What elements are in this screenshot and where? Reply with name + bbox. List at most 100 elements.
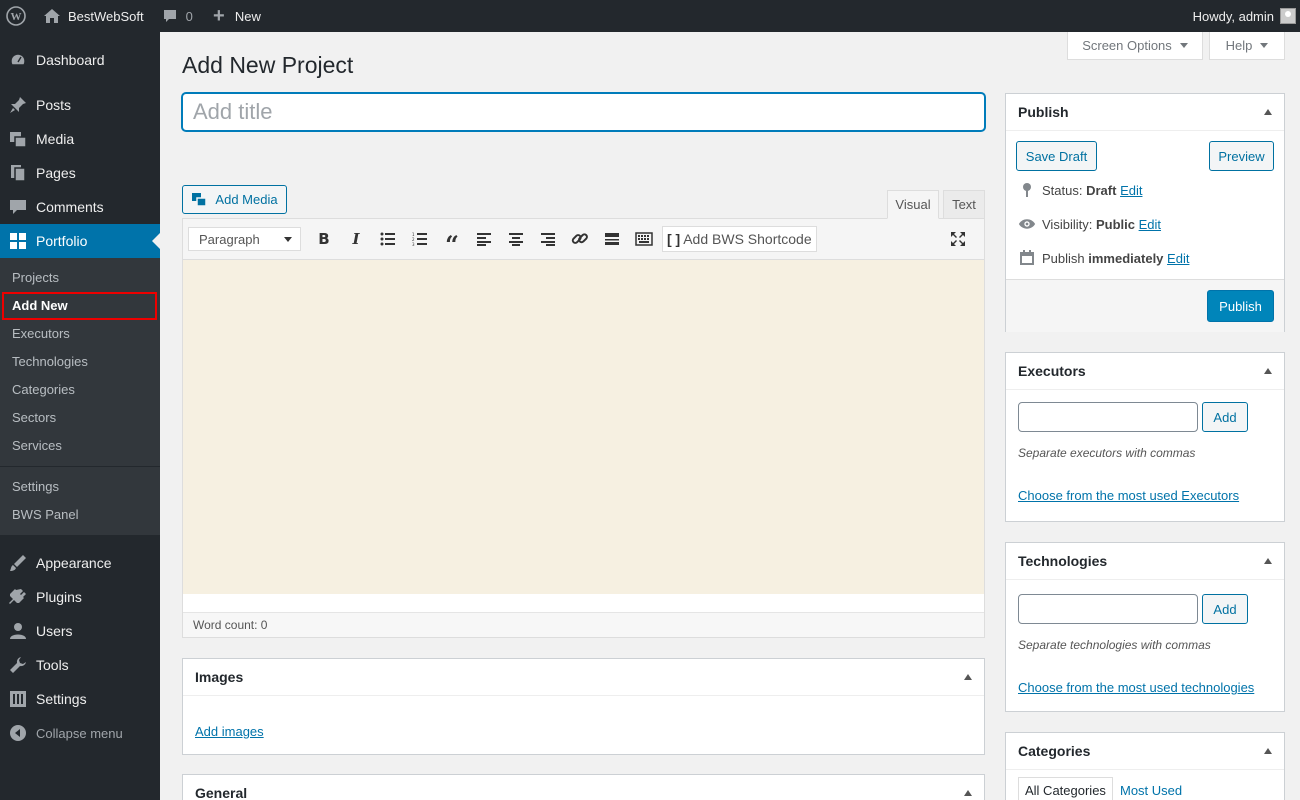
settings-icon bbox=[8, 689, 28, 709]
publish-box-header[interactable]: Publish bbox=[1006, 94, 1284, 131]
menu-settings[interactable]: Settings bbox=[0, 682, 160, 716]
post-title-input[interactable] bbox=[182, 93, 985, 131]
menu-pages[interactable]: Pages bbox=[0, 156, 160, 190]
menu-comments[interactable]: Comments bbox=[0, 190, 160, 224]
word-count: Word count: 0 bbox=[183, 612, 984, 637]
menu-portfolio[interactable]: Portfolio bbox=[0, 224, 160, 258]
collapse-toggle-icon[interactable] bbox=[1264, 109, 1272, 115]
menu-posts[interactable]: Posts bbox=[0, 88, 160, 122]
wordpress-logo-icon[interactable]: W bbox=[0, 0, 34, 32]
screen-options-button[interactable]: Screen Options bbox=[1067, 32, 1203, 60]
executors-box: Executors Add Separate executors with co… bbox=[1005, 352, 1285, 522]
add-bws-shortcode-button[interactable]: [ ] Add BWS Shortcode bbox=[662, 226, 817, 252]
tab-text-label: Text bbox=[952, 197, 976, 212]
tab-most-used[interactable]: Most Used bbox=[1114, 777, 1188, 800]
caret-down-icon bbox=[1260, 43, 1269, 48]
menu-label: Tools bbox=[36, 657, 69, 673]
toolbar-toggle-icon[interactable] bbox=[628, 225, 660, 253]
italic-icon[interactable]: I bbox=[340, 225, 372, 253]
link-icon[interactable] bbox=[564, 225, 596, 253]
blockquote-icon[interactable]: “ bbox=[436, 225, 468, 259]
submenu-categories[interactable]: Categories bbox=[0, 376, 160, 404]
bold-icon[interactable]: B bbox=[308, 225, 340, 253]
submenu-projects[interactable]: Projects bbox=[0, 264, 160, 292]
collapse-icon bbox=[8, 723, 28, 743]
numbered-list-icon[interactable]: 123 bbox=[404, 225, 436, 253]
technologies-box-header[interactable]: Technologies bbox=[1006, 543, 1284, 580]
publish-actions: Publish bbox=[1006, 279, 1284, 332]
add-media-icon bbox=[191, 192, 209, 208]
portfolio-submenu: Projects Add New Executors Technologies … bbox=[0, 258, 160, 535]
svg-text:W: W bbox=[11, 11, 22, 23]
menu-tools[interactable]: Tools bbox=[0, 648, 160, 682]
technologies-box-title: Technologies bbox=[1018, 553, 1108, 569]
edit-visibility-link[interactable]: Edit bbox=[1139, 217, 1161, 232]
pin-icon bbox=[1018, 182, 1036, 198]
save-draft-button[interactable]: Save Draft bbox=[1016, 141, 1097, 171]
help-label: Help bbox=[1225, 38, 1253, 53]
submenu-sectors[interactable]: Sectors bbox=[0, 404, 160, 432]
bullet-list-icon[interactable] bbox=[372, 225, 404, 253]
new-content-link[interactable]: + New bbox=[201, 0, 269, 32]
media-icon bbox=[8, 129, 28, 149]
edit-schedule-link[interactable]: Edit bbox=[1167, 251, 1189, 266]
pages-icon bbox=[8, 163, 28, 183]
users-icon bbox=[8, 621, 28, 641]
submenu-services[interactable]: Services bbox=[0, 432, 160, 460]
menu-collapse[interactable]: Collapse menu bbox=[0, 716, 160, 750]
most-used-executors-link[interactable]: Choose from the most used Executors bbox=[1018, 488, 1239, 503]
read-more-icon[interactable] bbox=[596, 225, 628, 253]
collapse-toggle-icon[interactable] bbox=[1264, 558, 1272, 564]
fullscreen-icon[interactable] bbox=[942, 225, 974, 253]
add-images-link[interactable]: Add images bbox=[195, 724, 264, 739]
collapse-toggle-icon[interactable] bbox=[1264, 748, 1272, 754]
editor-content-area[interactable] bbox=[183, 260, 984, 594]
align-left-icon[interactable] bbox=[468, 225, 500, 253]
menu-plugins[interactable]: Plugins bbox=[0, 580, 160, 614]
tab-text[interactable]: Text bbox=[943, 190, 985, 219]
tab-all-categories[interactable]: All Categories bbox=[1018, 777, 1113, 800]
menu-dashboard[interactable]: Dashboard bbox=[0, 43, 160, 77]
add-executor-button[interactable]: Add bbox=[1202, 402, 1248, 432]
submenu-settings[interactable]: Settings bbox=[0, 473, 160, 501]
submenu-bws-panel[interactable]: BWS Panel bbox=[0, 501, 160, 529]
comments-link[interactable]: 0 bbox=[152, 0, 201, 32]
new-label: New bbox=[234, 8, 261, 24]
categories-box-header[interactable]: Categories bbox=[1006, 733, 1284, 770]
tab-visual[interactable]: Visual bbox=[887, 190, 939, 219]
submenu-technologies[interactable]: Technologies bbox=[0, 348, 160, 376]
executors-input[interactable] bbox=[1018, 402, 1198, 432]
comments-icon bbox=[8, 197, 28, 217]
help-button[interactable]: Help bbox=[1209, 32, 1285, 60]
publish-button[interactable]: Publish bbox=[1207, 290, 1274, 322]
format-select[interactable]: Paragraph bbox=[188, 227, 301, 251]
most-used-technologies-link[interactable]: Choose from the most used technologies bbox=[1018, 680, 1254, 695]
collapse-toggle-icon[interactable] bbox=[1264, 368, 1272, 374]
menu-appearance[interactable]: Appearance bbox=[0, 546, 160, 580]
svg-text:3: 3 bbox=[412, 242, 415, 246]
menu-media[interactable]: Media bbox=[0, 122, 160, 156]
add-technology-button[interactable]: Add bbox=[1202, 594, 1248, 624]
align-center-icon[interactable] bbox=[500, 225, 532, 253]
align-right-icon[interactable] bbox=[532, 225, 564, 253]
submenu-executors[interactable]: Executors bbox=[0, 320, 160, 348]
menu-label: Collapse menu bbox=[36, 725, 123, 741]
general-box-header[interactable]: General bbox=[183, 775, 984, 800]
preview-button[interactable]: Preview bbox=[1209, 141, 1274, 171]
site-name-link[interactable]: BestWebSoft bbox=[34, 0, 152, 32]
edit-status-link[interactable]: Edit bbox=[1120, 183, 1142, 198]
executors-box-header[interactable]: Executors bbox=[1006, 353, 1284, 390]
add-media-button[interactable]: Add Media bbox=[182, 185, 287, 214]
categories-box: Categories All Categories Most Used bbox=[1005, 732, 1285, 800]
status-row: Status: Draft Edit bbox=[1006, 173, 1284, 207]
menu-users[interactable]: Users bbox=[0, 614, 160, 648]
executors-hint: Separate executors with commas bbox=[1018, 446, 1196, 460]
images-box-title: Images bbox=[195, 669, 244, 685]
account-menu[interactable]: Howdy, admin bbox=[1185, 0, 1300, 32]
technologies-input[interactable] bbox=[1018, 594, 1198, 624]
images-box-header[interactable]: Images bbox=[183, 659, 984, 696]
general-box: General bbox=[182, 774, 985, 800]
collapse-toggle-icon[interactable] bbox=[964, 674, 972, 680]
submenu-add-new[interactable]: Add New bbox=[2, 292, 157, 320]
collapse-toggle-icon[interactable] bbox=[964, 790, 972, 796]
